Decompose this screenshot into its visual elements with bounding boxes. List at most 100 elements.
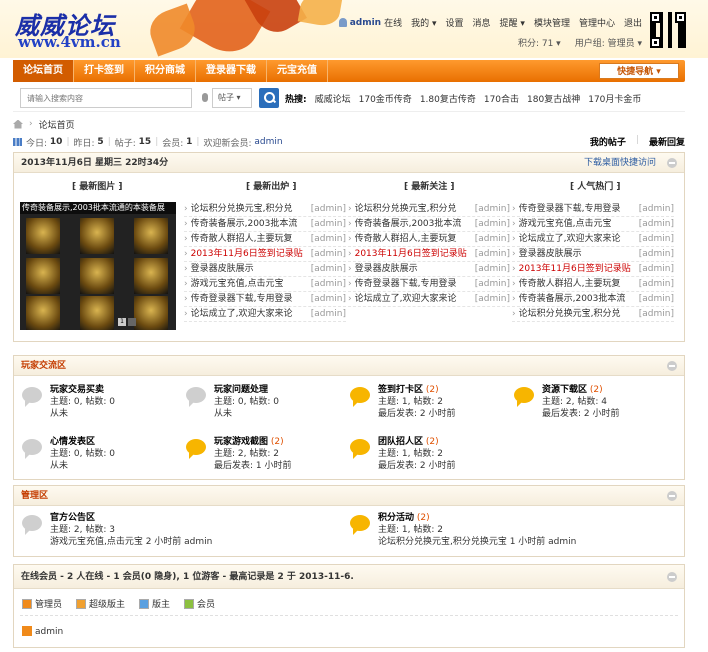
collapse-icon[interactable] (667, 158, 677, 168)
nav-item-recharge[interactable]: 元宝充值 (267, 60, 328, 82)
forum-last-post[interactable]: 论坛积分兑换元宝,积分兑换元宝 1 小时前 admin (378, 536, 576, 548)
post-author[interactable]: [admin] (639, 262, 674, 276)
remind-menu[interactable]: 提醒 ▾ (500, 16, 525, 29)
forum-name[interactable]: 玩家交易买卖 (50, 385, 104, 395)
hot-word[interactable]: 1.80复古传奇 (420, 92, 476, 105)
slide-indicator[interactable]: 1 (118, 318, 126, 326)
post-author[interactable]: [admin] (311, 232, 346, 246)
user-group-menu[interactable]: 用户组: 管理员 ▾ (575, 36, 642, 49)
nav-item-checkin[interactable]: 打卡签到 (74, 60, 135, 82)
search-type-select[interactable]: 帖子 ▾ (212, 88, 252, 108)
forum-name[interactable]: 心情发表区 (50, 437, 95, 447)
forum-name[interactable]: 团队招人区 (378, 437, 423, 447)
hot-word[interactable]: 威威论坛 (315, 92, 351, 105)
post-list-item[interactable]: 游戏元宝充值,点击元宝[admin] (512, 217, 674, 232)
username-link[interactable]: admin (350, 18, 381, 28)
post-title[interactable]: 论坛积分兑换元宝,积分兑 (519, 307, 637, 321)
settings-link[interactable]: 设置 (446, 16, 464, 29)
forum-last-post[interactable]: 从未 (214, 408, 279, 420)
post-author[interactable]: [admin] (639, 292, 674, 306)
post-title[interactable]: 2013年11月6日签到记录贴 (519, 262, 637, 276)
post-title[interactable]: 传奇登录器下载,专用登录 (191, 292, 309, 306)
post-title[interactable]: 论坛成立了,欢迎大家来论 (191, 307, 309, 321)
mod-manage-link[interactable]: 模块管理 (534, 16, 570, 29)
post-author[interactable]: [admin] (639, 202, 674, 216)
hot-word[interactable]: 170金币传奇 (359, 92, 412, 105)
logout-link[interactable]: 退出 (624, 16, 642, 29)
post-author[interactable]: [admin] (311, 262, 346, 276)
post-title[interactable]: 登录器皮肤展示 (519, 247, 637, 261)
post-list-item[interactable]: 传奇装备展示,2003批本流[admin] (184, 217, 346, 232)
forum-name[interactable]: 积分活动 (378, 513, 414, 523)
post-author[interactable]: [admin] (475, 277, 510, 291)
nav-item-download[interactable]: 登录器下载 (196, 60, 267, 82)
forum-last-post[interactable]: 最后发表: 2 小时前 (542, 408, 619, 420)
post-author[interactable]: [admin] (475, 247, 510, 261)
forum-icon[interactable] (186, 387, 206, 403)
forum-name[interactable]: 资源下载区 (542, 385, 587, 395)
post-list-item[interactable]: 2013年11月6日签到记录贴[admin] (512, 262, 674, 277)
post-title[interactable]: 传奇装备展示,2003批本流 (355, 217, 473, 231)
forum-name[interactable]: 玩家问题处理 (214, 385, 268, 395)
post-author[interactable]: [admin] (475, 232, 510, 246)
forum-name[interactable]: 签到打卡区 (378, 385, 423, 395)
post-title[interactable]: 传奇登录器下载,专用登录 (519, 202, 637, 216)
picture-caption[interactable]: 传奇装备展示,2003批本流通的本装备展 (20, 202, 176, 214)
post-list-item[interactable]: 登录器皮肤展示[admin] (348, 262, 510, 277)
forum-icon[interactable] (22, 515, 42, 531)
post-title[interactable]: 登录器皮肤展示 (355, 262, 473, 276)
post-list-item[interactable]: 游戏元宝充值,点击元宝[admin] (184, 277, 346, 292)
new-member-link[interactable]: admin (254, 137, 282, 147)
forum-last-post[interactable]: 最后发表: 1 小时前 (214, 460, 291, 472)
post-list-item[interactable]: 论坛积分兑换元宝,积分兑[admin] (348, 202, 510, 217)
latest-reply-link[interactable]: 最新回复 (649, 135, 685, 148)
collapse-icon[interactable] (667, 572, 677, 582)
post-author[interactable]: [admin] (311, 307, 346, 321)
search-button[interactable] (259, 88, 279, 108)
post-list-item[interactable]: 登录器皮肤展示[admin] (512, 247, 674, 262)
latest-picture-slideshow[interactable]: 传奇装备展示,2003批本流通的本装备展 1 (20, 202, 176, 330)
post-list-item[interactable]: 论坛积分兑换元宝,积分兑[admin] (184, 202, 346, 217)
post-title[interactable]: 传奇散人群招人,主要玩复 (519, 277, 637, 291)
slide-indicator[interactable] (128, 318, 136, 326)
forum-new-icon[interactable] (350, 515, 370, 531)
hot-word[interactable]: 180复古战神 (527, 92, 580, 105)
post-list-item[interactable]: 2013年11月6日签到记录贴[admin] (348, 247, 510, 262)
hot-word[interactable]: 170合击 (484, 92, 519, 105)
nav-item-shop[interactable]: 积分商城 (135, 60, 196, 82)
post-author[interactable]: [admin] (475, 292, 510, 306)
post-list-item[interactable]: 传奇散人群招人,主要玩复[admin] (348, 232, 510, 247)
my-posts-link[interactable]: 我的帖子 (590, 135, 626, 148)
collapse-icon[interactable] (667, 361, 677, 371)
post-title[interactable]: 2013年11月6日签到记录贴 (355, 247, 473, 261)
post-author[interactable]: [admin] (311, 277, 346, 291)
post-list-item[interactable]: 论坛成立了,欢迎大家来论[admin] (512, 232, 674, 247)
forum-new-icon[interactable] (186, 439, 206, 455)
post-list-item[interactable]: 传奇登录器下载,专用登录[admin] (512, 202, 674, 217)
forum-icon[interactable] (22, 387, 42, 403)
post-title[interactable]: 论坛成立了,欢迎大家来论 (355, 292, 473, 306)
post-author[interactable]: [admin] (639, 217, 674, 231)
post-author[interactable]: [admin] (639, 247, 674, 261)
post-title[interactable]: 游戏元宝充值,点击元宝 (519, 217, 637, 231)
nav-item-home[interactable]: 论坛首页 (13, 60, 74, 82)
forum-last-post[interactable]: 最后发表: 2 小时前 (378, 460, 455, 472)
post-title[interactable]: 论坛积分兑换元宝,积分兑 (191, 202, 309, 216)
desktop-shortcut-link[interactable]: 下载桌面快捷访问 (584, 153, 656, 173)
post-list-item[interactable]: 传奇散人群招人,主要玩复[admin] (512, 277, 674, 292)
microphone-icon[interactable] (202, 93, 208, 102)
post-author[interactable]: [admin] (475, 262, 510, 276)
forum-new-icon[interactable] (350, 439, 370, 455)
post-list-item[interactable]: 传奇散人群招人,主要玩复[admin] (184, 232, 346, 247)
breadcrumb-home[interactable]: 论坛首页 (39, 118, 75, 131)
admin-zone-title[interactable]: 管理区 (21, 491, 48, 501)
forum-new-icon[interactable] (350, 387, 370, 403)
post-author[interactable]: [admin] (475, 202, 510, 216)
mine-menu[interactable]: 我的 ▾ (411, 16, 436, 29)
forum-name[interactable]: 玩家游戏截图 (214, 437, 268, 447)
post-list-item[interactable]: 传奇装备展示,2003批本流[admin] (512, 292, 674, 307)
hot-word[interactable]: 170月卡金币 (588, 92, 641, 105)
post-author[interactable]: [admin] (311, 247, 346, 261)
post-author[interactable]: [admin] (639, 307, 674, 321)
post-title[interactable]: 传奇装备展示,2003批本流 (191, 217, 309, 231)
